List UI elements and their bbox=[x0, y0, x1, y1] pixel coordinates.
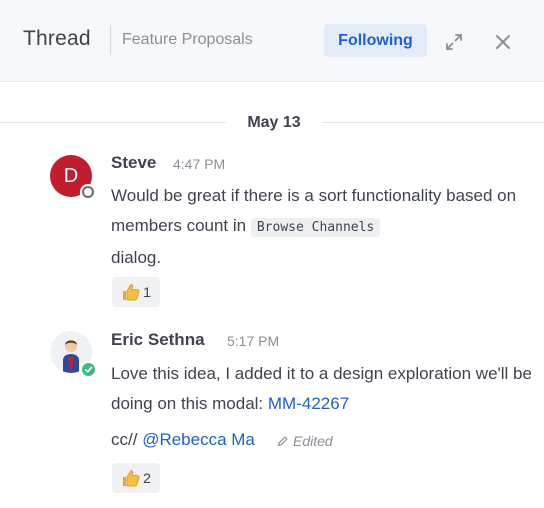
post-time[interactable]: 4:47 PM bbox=[173, 156, 225, 172]
issue-link[interactable]: MM-42267 bbox=[268, 394, 349, 413]
date-label: May 13 bbox=[247, 114, 301, 131]
post-author[interactable]: Eric Sethna bbox=[111, 330, 205, 350]
post-time[interactable]: 5:17 PM bbox=[227, 333, 279, 349]
inline-code: Browse Channels bbox=[250, 218, 381, 237]
thread-title: Thread bbox=[23, 27, 91, 50]
thumbsup-icon bbox=[123, 284, 140, 301]
post-message: Would be great if there is a sort functi… bbox=[111, 181, 531, 273]
post-author[interactable]: Steve bbox=[111, 153, 156, 173]
post-message: Love this idea, I added it to a design e… bbox=[111, 359, 536, 419]
expand-icon bbox=[446, 34, 462, 50]
thumbsup-icon bbox=[123, 470, 140, 487]
following-button[interactable]: Following bbox=[324, 24, 427, 57]
date-line-right bbox=[322, 122, 544, 123]
cc-prefix: cc// bbox=[111, 430, 138, 449]
title-divider bbox=[110, 25, 111, 55]
thread-header: Thread Feature Proposals Following bbox=[0, 0, 544, 82]
expand-button[interactable] bbox=[439, 27, 469, 57]
date-separator: May 13 bbox=[0, 110, 544, 136]
edited-indicator[interactable]: Edited bbox=[277, 433, 333, 449]
pencil-icon bbox=[277, 436, 288, 447]
reaction-thumbsup[interactable]: 2 bbox=[112, 463, 160, 493]
reaction-count: 1 bbox=[143, 284, 151, 300]
reaction-thumbsup[interactable]: 1 bbox=[112, 277, 160, 307]
message-text-end: dialog. bbox=[111, 248, 162, 267]
reaction-count: 2 bbox=[143, 470, 151, 486]
channel-name[interactable]: Feature Proposals bbox=[122, 31, 253, 49]
close-button[interactable] bbox=[488, 27, 518, 57]
status-online-icon bbox=[80, 361, 97, 378]
date-line-left bbox=[0, 122, 226, 123]
close-icon bbox=[496, 35, 510, 49]
status-away-icon bbox=[80, 184, 96, 200]
edited-label: Edited bbox=[293, 433, 333, 449]
mention-link[interactable]: @Rebecca Ma bbox=[142, 430, 255, 449]
avatar-initial: D bbox=[63, 164, 79, 187]
